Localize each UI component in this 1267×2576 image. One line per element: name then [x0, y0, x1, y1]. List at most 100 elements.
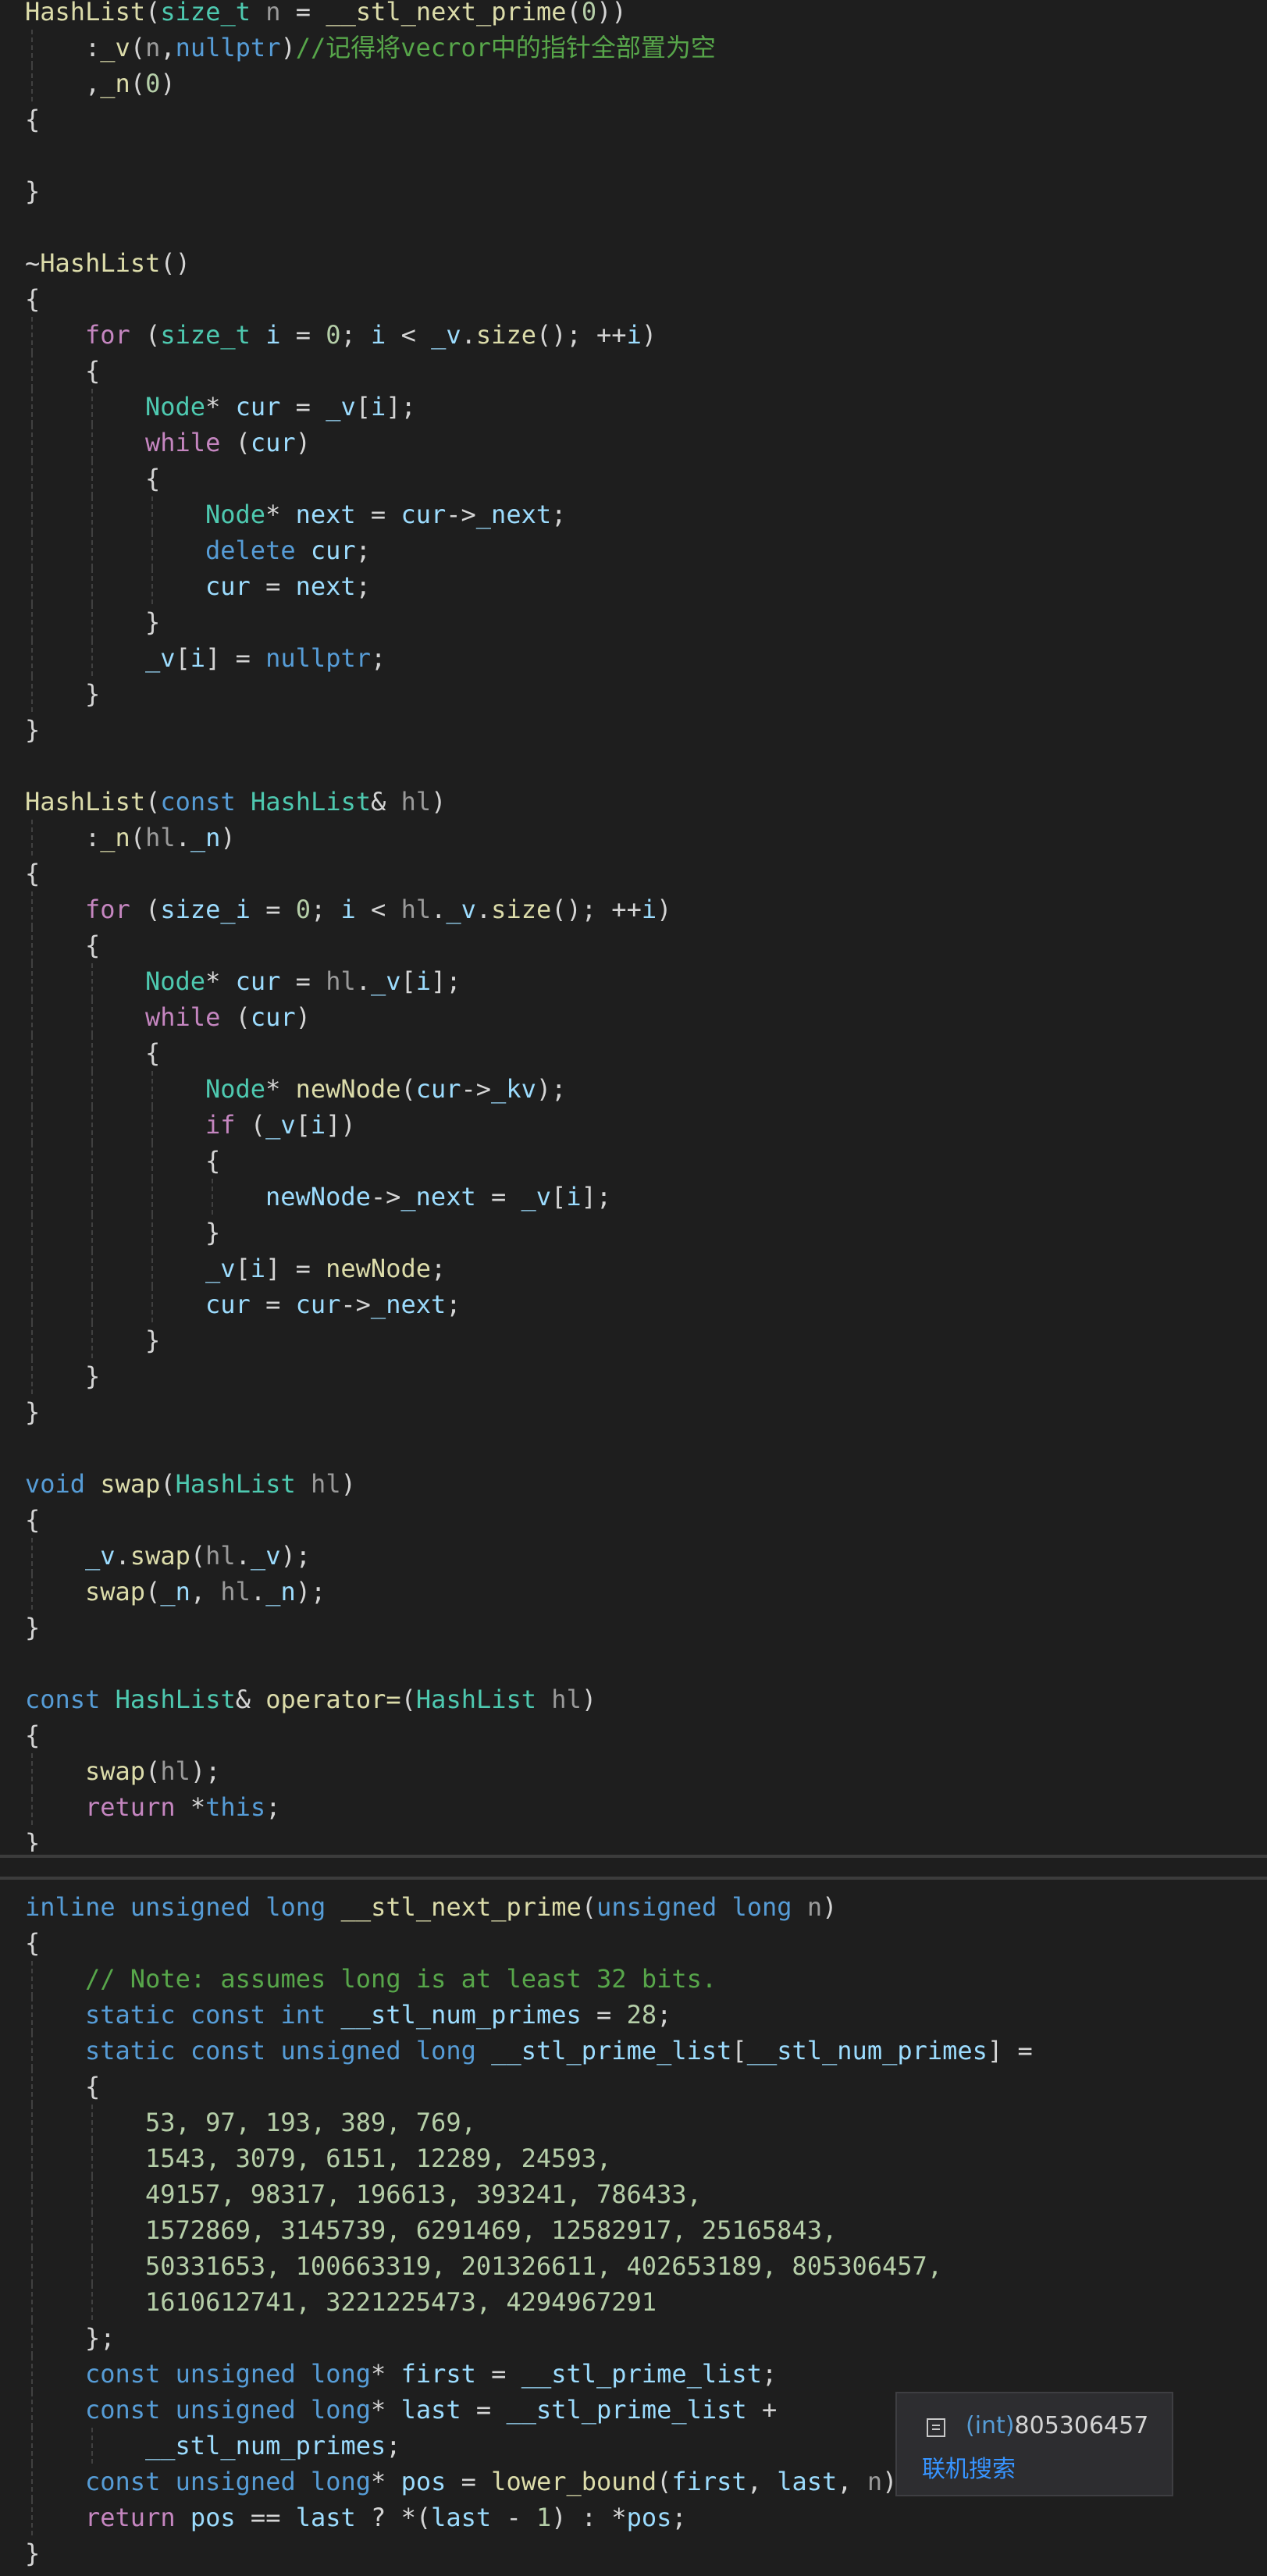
code-line[interactable]: }: [25, 2535, 40, 2571]
code-line[interactable]: 1572869, 3145739, 6291469, 12582917, 251…: [145, 2212, 837, 2248]
code-line[interactable]: inline unsigned long __stl_next_prime(un…: [25, 1889, 837, 1925]
code-line[interactable]: const unsigned long* pos = lower_bound(f…: [85, 2464, 913, 2500]
code-line[interactable]: }: [85, 676, 100, 712]
code-line[interactable]: ~HashList(): [25, 245, 190, 281]
code-line[interactable]: while (cur): [145, 425, 311, 461]
code-line[interactable]: {: [25, 281, 40, 317]
code-line[interactable]: if (_v[i]): [205, 1107, 356, 1143]
code-line[interactable]: {: [85, 927, 100, 963]
code-token: __stl_prime_list: [491, 2036, 732, 2065]
code-line[interactable]: Node* cur = hl._v[i];: [145, 963, 461, 999]
code-token: 0: [295, 895, 311, 924]
code-line[interactable]: }: [85, 1358, 100, 1394]
code-line[interactable]: for (size_i = 0; i < hl._v.size(); ++i): [85, 891, 671, 927]
code-line[interactable]: {: [25, 856, 40, 891]
code-line[interactable]: Node* newNode(cur->_kv);: [205, 1071, 566, 1107]
code-line[interactable]: 49157, 98317, 196613, 393241, 786433,: [145, 2176, 702, 2212]
code-token: __stl_prime_list: [506, 2395, 747, 2425]
code-line[interactable]: return *this;: [85, 1789, 280, 1825]
code-token: n: [145, 33, 161, 62]
code-line[interactable]: return pos == last ? *(last - 1) : *pos;: [85, 2500, 687, 2535]
code-line[interactable]: swap(hl);: [85, 1753, 220, 1789]
code-line[interactable]: }: [145, 1322, 160, 1358]
code-token: ): [657, 895, 672, 924]
code-token: HashList: [175, 1469, 296, 1499]
code-line[interactable]: {: [205, 1143, 220, 1179]
code-line[interactable]: {: [25, 1717, 40, 1753]
code-line[interactable]: const unsigned long* first = __stl_prime…: [85, 2356, 777, 2392]
code-line[interactable]: _v.swap(hl._v);: [85, 1538, 311, 1574]
code-line[interactable]: {: [145, 461, 160, 496]
code-line[interactable]: 1543, 3079, 6151, 12289, 24593,: [145, 2140, 611, 2176]
code-token: _next: [370, 1290, 447, 1319]
code-line[interactable]: {: [85, 353, 100, 389]
code-token: {: [85, 2072, 101, 2101]
code-token: cur: [310, 535, 356, 565]
code-line[interactable]: newNode->_next = _v[i];: [265, 1179, 611, 1215]
code-line[interactable]: 1610612741, 3221225473, 4294967291: [145, 2284, 657, 2320]
code-line[interactable]: for (size_t i = 0; i < _v.size(); ++i): [85, 317, 657, 353]
code-line[interactable]: HashList(size_t n = __stl_next_prime(0)): [25, 0, 627, 30]
code-line[interactable]: _v[i] = newNode;: [205, 1251, 446, 1286]
code-line[interactable]: Node* next = cur->_next;: [205, 496, 566, 532]
code-line[interactable]: __stl_num_primes;: [145, 2428, 401, 2464]
code-token: )): [596, 0, 627, 27]
code-line[interactable]: static const int __stl_num_primes = 28;: [85, 1997, 671, 2033]
code-line[interactable]: ,_n(0): [85, 66, 176, 101]
code-line[interactable]: const unsigned long* last = __stl_prime_…: [85, 2392, 777, 2428]
code-line[interactable]: }: [25, 1610, 40, 1646]
code-token: const: [85, 2395, 161, 2425]
code-line[interactable]: {: [145, 1035, 160, 1071]
code-line[interactable]: void swap(HashList hl): [25, 1466, 356, 1502]
code-line[interactable]: }: [205, 1215, 220, 1251]
code-line[interactable]: {: [85, 2069, 100, 2105]
code-line[interactable]: }: [145, 604, 160, 640]
code-token: 1610612741, 3221225473, 4294967291: [145, 2287, 657, 2317]
code-line[interactable]: :_n(hl._n): [85, 820, 236, 856]
code-line[interactable]: swap(_n, hl._n);: [85, 1574, 326, 1610]
code-line[interactable]: const HashList& operator=(HashList hl): [25, 1681, 596, 1717]
code-token: .: [475, 895, 492, 924]
code-line[interactable]: Node* cur = _v[i];: [145, 389, 416, 425]
code-line[interactable]: }: [25, 173, 40, 209]
code-token: cur: [235, 966, 281, 996]
code-line[interactable]: 50331653, 100663319, 201326611, 40265318…: [145, 2248, 942, 2284]
code-line[interactable]: };: [85, 2320, 116, 2356]
indent-guide: [91, 2248, 93, 2284]
code-line[interactable]: _v[i] = nullptr;: [145, 640, 386, 676]
code-line[interactable]: 53, 97, 193, 389, 769,: [145, 2105, 476, 2140]
code-token: ->: [461, 1074, 492, 1104]
code-line[interactable]: }: [25, 1394, 40, 1430]
code-token: size_t: [160, 320, 251, 350]
code-line[interactable]: cur = cur->_next;: [205, 1286, 461, 1322]
code-token: _v: [265, 1110, 296, 1140]
code-editor-top-pane[interactable]: HashList(size_t n = __stl_next_prime(0))…: [0, 0, 1267, 1858]
code-line[interactable]: }: [25, 712, 40, 748]
code-token: swap: [85, 1577, 146, 1606]
code-line[interactable]: :_v(n,nullptr)//记得将vecror中的指针全部置为空: [85, 30, 716, 66]
indent-guide: [31, 461, 33, 496]
code-line[interactable]: cur = next;: [205, 568, 371, 604]
code-line[interactable]: delete cur;: [205, 532, 371, 568]
editor-split-handle[interactable]: [0, 1852, 1267, 1883]
code-token: *: [265, 1074, 296, 1104]
code-token: i: [250, 1254, 266, 1283]
code-line[interactable]: {: [25, 1925, 40, 1961]
code-line[interactable]: {: [25, 101, 40, 137]
online-search-link[interactable]: 联机搜索: [922, 2453, 1016, 2487]
code-line[interactable]: {: [25, 1502, 40, 1538]
code-line[interactable]: HashList(const HashList& hl): [25, 784, 446, 820]
indent-guide: [31, 2176, 33, 2212]
code-token: ;: [370, 643, 386, 673]
code-line[interactable]: while (cur): [145, 999, 311, 1035]
code-token: ): [220, 823, 236, 852]
code-line[interactable]: static const unsigned long __stl_prime_l…: [85, 2033, 1033, 2069]
code-line[interactable]: // Note: assumes long is at least 32 bit…: [85, 1961, 717, 1997]
